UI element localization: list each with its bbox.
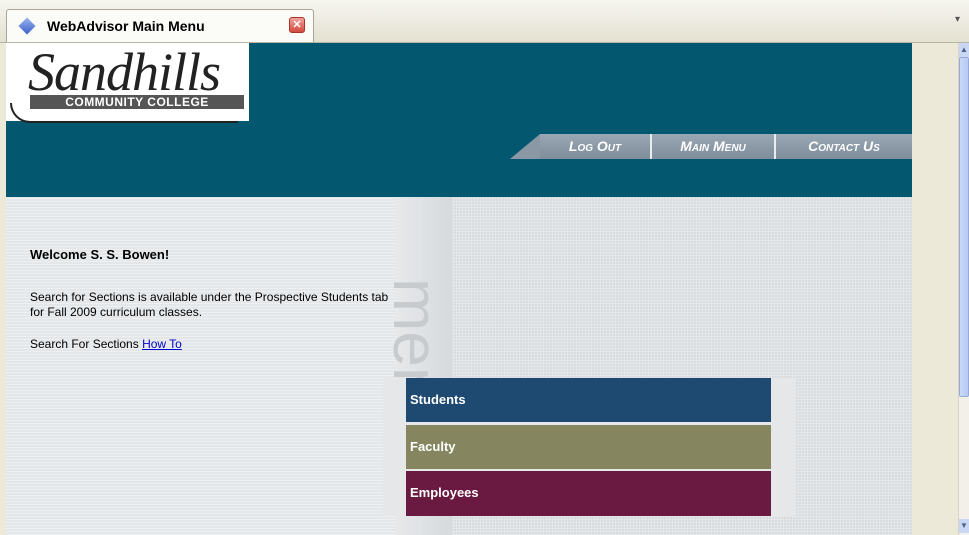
scroll-up-icon[interactable]: ▲ — [959, 43, 969, 57]
search-sections-text: Search For Sections — [30, 337, 139, 351]
college-logo[interactable]: Sandhills COMMUNITY COLLEGE — [6, 43, 249, 123]
tab-webadvisor-main-menu[interactable]: WebAdvisor Main Menu ✕ — [6, 9, 314, 42]
page-viewport: Sandhills COMMUNITY COLLEGE Log Out Main… — [6, 43, 912, 535]
log-out-link[interactable]: Log Out — [540, 134, 652, 159]
vertical-scrollbar[interactable]: ▲ ▼ — [958, 43, 969, 535]
browser-tab-strip: WebAdvisor Main Menu ✕ ▾ — [0, 0, 969, 43]
top-navigation: Log Out Main Menu Contact Us — [510, 134, 912, 159]
page-content: menu Welcome S. S. Bowen! Search for Sec… — [6, 197, 912, 535]
main-menu-link[interactable]: Main Menu — [652, 134, 776, 159]
scrollbar-thumb[interactable] — [959, 57, 969, 397]
contact-us-link[interactable]: Contact Us — [776, 134, 912, 159]
tab-title: WebAdvisor Main Menu — [47, 18, 205, 34]
how-to-link[interactable]: How To — [142, 337, 182, 351]
tab-list-chevron-icon[interactable]: ▾ — [955, 14, 960, 25]
notice-text: Search for Sections is available under t… — [30, 290, 389, 319]
menu-item-students[interactable]: Students — [406, 378, 771, 422]
nav-slant-decoration — [510, 134, 540, 159]
close-tab-icon[interactable]: ✕ — [289, 17, 305, 33]
menu-item-employees[interactable]: Employees — [406, 471, 771, 516]
welcome-heading: Welcome S. S. Bowen! — [30, 247, 170, 262]
main-menu-box: Students Faculty Employees — [383, 378, 795, 516]
site-header: Sandhills COMMUNITY COLLEGE Log Out Main… — [6, 43, 912, 197]
webpage-icon — [18, 17, 36, 35]
search-sections-line: Search For Sections How To — [30, 337, 182, 351]
logo-wordmark: Sandhills — [28, 43, 221, 102]
menu-item-faculty[interactable]: Faculty — [406, 425, 771, 469]
scroll-down-icon[interactable]: ▼ — [959, 519, 969, 533]
logo-subtitle: COMMUNITY COLLEGE — [30, 95, 244, 109]
